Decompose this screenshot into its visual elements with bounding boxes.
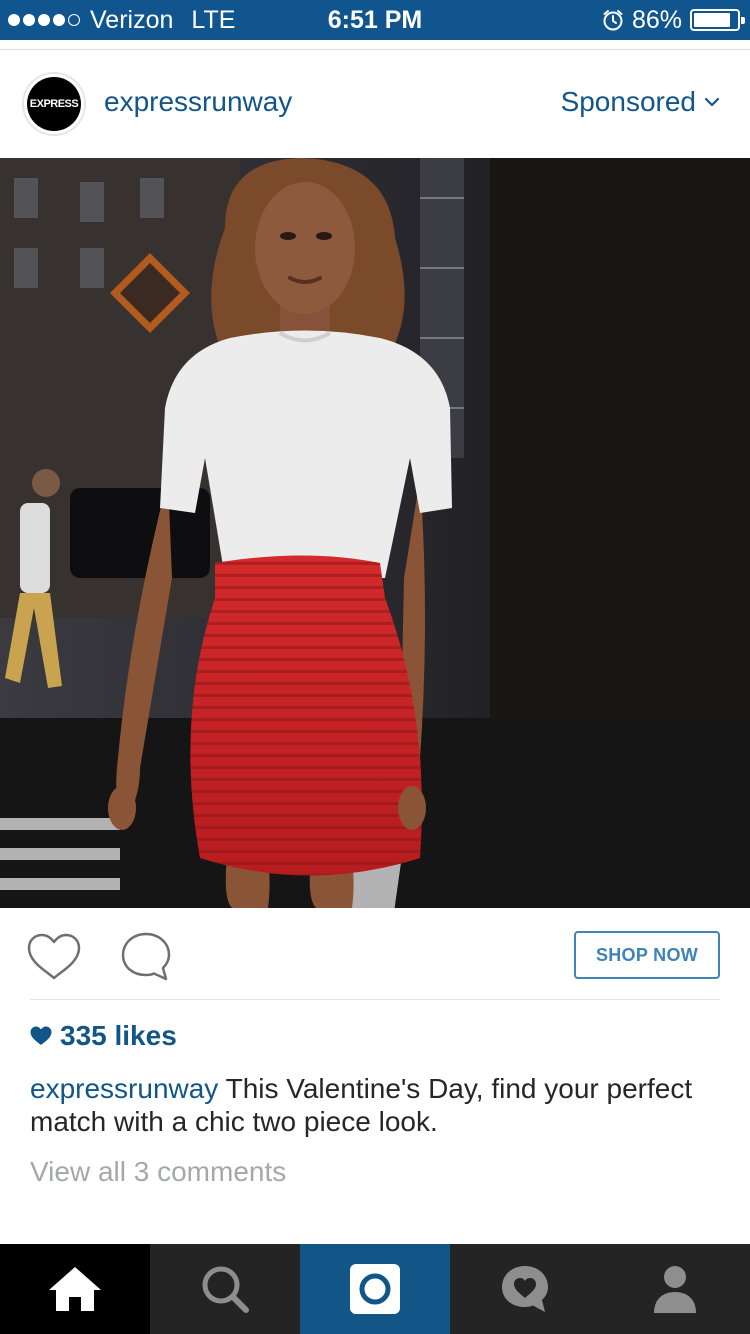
- likes-text: 335 likes: [60, 1020, 177, 1051]
- post-caption: expressrunway This Valentine's Day, find…: [30, 1072, 710, 1138]
- sponsored-menu[interactable]: Sponsored: [561, 86, 720, 118]
- tab-activity[interactable]: [450, 1244, 600, 1334]
- post-photo[interactable]: [0, 158, 750, 908]
- status-bar: Verizon LTE 6:51 PM 86%: [0, 0, 750, 40]
- profile-icon: [654, 1266, 696, 1313]
- activity-icon: [502, 1266, 548, 1312]
- fashion-photo-illustration: [0, 158, 750, 908]
- battery-icon: [690, 9, 745, 31]
- tab-search[interactable]: [150, 1244, 300, 1334]
- search-icon: [202, 1266, 249, 1313]
- likes-count[interactable]: 335 likes: [30, 1020, 177, 1052]
- sponsored-label: Sponsored: [560, 86, 696, 117]
- home-icon: [49, 1267, 101, 1311]
- actions-divider: [30, 999, 720, 1000]
- battery-percent: 86%: [631, 5, 682, 34]
- tab-profile[interactable]: [600, 1244, 750, 1334]
- tab-bar: [0, 1244, 750, 1334]
- shop-now-button[interactable]: SHOP NOW: [574, 931, 720, 979]
- post-username[interactable]: expressrunway: [104, 86, 292, 118]
- tab-camera[interactable]: [300, 1244, 450, 1334]
- heart-filled-icon: [30, 1026, 52, 1045]
- caption-username[interactable]: expressrunway: [30, 1073, 218, 1104]
- alarm-icon: [603, 10, 623, 31]
- post-actions: SHOP NOW: [0, 908, 750, 1000]
- comment-bubble-icon[interactable]: [118, 930, 174, 984]
- view-comments-link[interactable]: View all 3 comments: [30, 1156, 286, 1188]
- chevron-down-icon: [704, 97, 720, 107]
- avatar-logo: EXPRESS: [27, 77, 81, 131]
- camera-icon: [350, 1264, 400, 1314]
- avatar[interactable]: EXPRESS: [22, 72, 86, 136]
- tab-home[interactable]: [0, 1244, 150, 1334]
- heart-outline-icon[interactable]: [26, 932, 82, 982]
- post-header: EXPRESS expressrunway Sponsored: [0, 50, 750, 158]
